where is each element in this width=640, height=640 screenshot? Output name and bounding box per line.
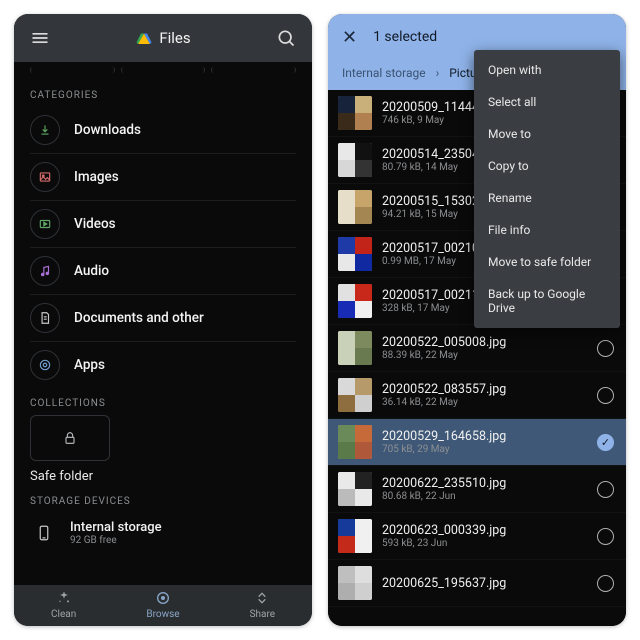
audio-icon [30,256,60,286]
menu-item[interactable]: Select all [474,86,620,118]
category-row-video[interactable]: Videos [30,201,296,248]
nav-clean[interactable]: Clean [14,589,113,620]
thumbnail [338,378,372,412]
bottom-nav: Clean Browse Share [14,585,312,626]
file-name: 20200622_235510.jpg [382,476,587,491]
screen-browse: Files CATEGORIES Downloads Images Videos Au… [14,14,312,626]
file-row[interactable]: 20200622_235510.jpg80.68 kB, 22 Jun [328,466,626,513]
browse-content: CATEGORIES Downloads Images Videos Audio Doc… [14,62,312,585]
file-name: 20200623_000339.jpg [382,523,587,538]
select-circle[interactable] [597,340,614,357]
chevron-right-icon: › [436,66,440,80]
thumbnail [338,190,372,224]
storage-title: Internal storage [70,520,162,535]
thumbnail [338,237,372,271]
thumbnail [338,566,372,600]
section-categories: CATEGORIES [30,90,296,101]
select-circle[interactable] [597,387,614,404]
storage-sub: 92 GB free [70,535,162,546]
close-icon[interactable]: ✕ [342,27,357,48]
select-circle[interactable] [597,481,614,498]
app-title-text: Files [159,29,190,47]
check-icon[interactable]: ✓ [597,434,614,451]
phone-icon [30,519,58,547]
context-menu: Open withSelect allMove toCopy toRenameF… [474,50,620,328]
browse-icon [154,589,172,607]
menu-item[interactable]: Rename [474,182,620,214]
file-row[interactable]: 20200623_000339.jpg593 kB, 23 Jun [328,513,626,560]
thumbnail [338,519,372,553]
image-icon [30,162,60,192]
crumb-root[interactable]: Internal storage [342,66,426,80]
file-name: 20200625_195637.jpg [382,576,587,591]
thumbnail [338,284,372,318]
category-label: Images [74,169,119,185]
thumbnail [338,425,372,459]
menu-item[interactable]: Move to safe folder [474,246,620,278]
thumbnail [338,472,372,506]
nav-browse[interactable]: Browse [113,589,212,620]
file-meta: 80.68 kB, 22 Jun [382,491,587,502]
menu-item[interactable]: Move to [474,118,620,150]
file-row[interactable]: 20200522_005008.jpg88.39 kB, 22 May [328,325,626,372]
search-icon[interactable] [274,26,298,50]
section-collections: COLLECTIONS [30,398,296,409]
app-bar: Files [14,14,312,62]
file-row[interactable]: 20200522_083557.jpg36.14 kB, 22 May [328,372,626,419]
thumbnail [338,96,372,130]
files-logo-icon [135,29,153,47]
share-icon [253,589,271,607]
thumbnail [338,331,372,365]
safe-folder-tile[interactable] [30,415,110,461]
select-circle[interactable] [597,528,614,545]
file-meta: 88.39 kB, 22 May [382,350,587,361]
category-label: Audio [74,263,109,279]
section-storage: STORAGE DEVICES [30,496,296,507]
select-circle[interactable] [597,575,614,592]
sparkle-icon [55,589,73,607]
category-label: Apps [74,357,105,373]
thumbnail [338,143,372,177]
file-name: 20200522_083557.jpg [382,382,587,397]
menu-item[interactable]: File info [474,214,620,246]
file-row[interactable]: 20200529_164658.jpg705 kB, 29 May ✓ [328,419,626,466]
category-row-image[interactable]: Images [30,154,296,201]
category-row-doc[interactable]: Documents and other [30,295,296,342]
file-meta: 36.14 kB, 22 May [382,397,587,408]
menu-item[interactable]: Open with [474,54,620,86]
menu-item[interactable]: Back up to Google Drive [474,278,620,324]
category-row-apps[interactable]: Apps [30,342,296,388]
category-label: Downloads [74,122,141,138]
selection-count: 1 selected [373,29,437,45]
app-title: Files [62,29,264,47]
lock-icon [62,430,78,446]
doc-icon [30,303,60,333]
category-row-audio[interactable]: Audio [30,248,296,295]
file-meta: 705 kB, 29 May [382,444,587,455]
video-icon [30,209,60,239]
nav-share[interactable]: Share [213,589,312,620]
file-name: 20200522_005008.jpg [382,335,587,350]
file-meta: 593 kB, 23 Jun [382,538,587,549]
menu-item[interactable]: Copy to [474,150,620,182]
category-label: Videos [74,216,116,232]
download-icon [30,115,60,145]
screen-selection: ✕ 1 selected Internal storage › Pictures… [328,14,626,626]
safe-folder-label: Safe folder [30,469,296,484]
category-label: Documents and other [74,310,204,326]
file-name: 20200529_164658.jpg [382,429,587,444]
file-row[interactable]: 20200625_195637.jpg [328,560,626,607]
menu-icon[interactable] [28,26,52,50]
apps-icon [30,350,60,380]
category-row-download[interactable]: Downloads [30,107,296,154]
storage-row[interactable]: Internal storage 92 GB free [30,513,296,547]
